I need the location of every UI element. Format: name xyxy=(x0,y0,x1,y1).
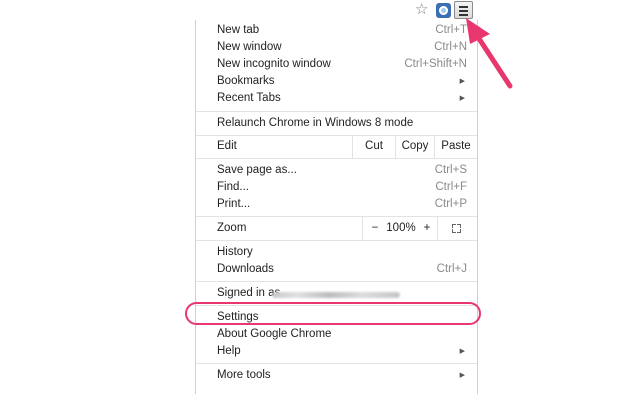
copy-button[interactable]: Copy xyxy=(396,138,434,155)
menu-item-bookmarks[interactable]: Bookmarks ▶ xyxy=(196,73,477,90)
menu-item-downloads[interactable]: Downloads Ctrl+J xyxy=(196,261,477,278)
menu-separator xyxy=(196,216,477,217)
menu-item-recent-tabs[interactable]: Recent Tabs ▶ xyxy=(196,90,477,107)
zoom-level: 100% xyxy=(386,222,416,234)
menu-separator xyxy=(196,111,477,112)
menu-item-new-window[interactable]: New window Ctrl+N xyxy=(196,39,477,56)
menu-row-edit: Edit Cut Copy Paste xyxy=(196,135,477,158)
menu-item-history[interactable]: History xyxy=(196,244,477,261)
redacted-account-email xyxy=(272,292,400,298)
settings-highlight-ring xyxy=(185,302,481,325)
hamburger-menu-icon xyxy=(459,6,468,8)
menu-item-more-tools[interactable]: More tools ▶ xyxy=(196,367,477,384)
chevron-right-icon: ▶ xyxy=(459,348,465,355)
menu-item-save-page[interactable]: Save page as... Ctrl+S xyxy=(196,162,477,179)
menu-item-print[interactable]: Print... Ctrl+P xyxy=(196,196,477,213)
menu-item-about[interactable]: About Google Chrome xyxy=(196,326,477,343)
cut-button[interactable]: Cut xyxy=(353,138,395,155)
fullscreen-icon[interactable] xyxy=(452,224,461,233)
chrome-menu: New tab Ctrl+T New window Ctrl+N New inc… xyxy=(195,20,478,394)
zoom-in-button[interactable]: + xyxy=(420,220,434,237)
menu-separator xyxy=(196,281,477,282)
menu-separator xyxy=(196,240,477,241)
zoom-out-button[interactable]: − xyxy=(368,220,382,237)
menu-item-new-tab[interactable]: New tab Ctrl+T xyxy=(196,22,477,39)
menu-item-help[interactable]: Help ▶ xyxy=(196,343,477,360)
chevron-right-icon: ▶ xyxy=(459,372,465,379)
menu-item-new-incognito[interactable]: New incognito window Ctrl+Shift+N xyxy=(196,56,477,73)
menu-separator xyxy=(196,158,477,159)
menu-item-find[interactable]: Find... Ctrl+F xyxy=(196,179,477,196)
menu-row-zoom: Zoom − 100% + xyxy=(196,217,477,240)
paste-button[interactable]: Paste xyxy=(435,138,477,155)
pointer-arrow-icon xyxy=(466,18,513,89)
star-icon[interactable]: ☆ xyxy=(415,2,430,17)
menu-separator xyxy=(196,363,477,364)
browser-toolbar: ☆ xyxy=(195,0,478,21)
menu-item-relaunch[interactable]: Relaunch Chrome in Windows 8 mode xyxy=(196,115,477,132)
extension-icon[interactable] xyxy=(436,3,451,18)
